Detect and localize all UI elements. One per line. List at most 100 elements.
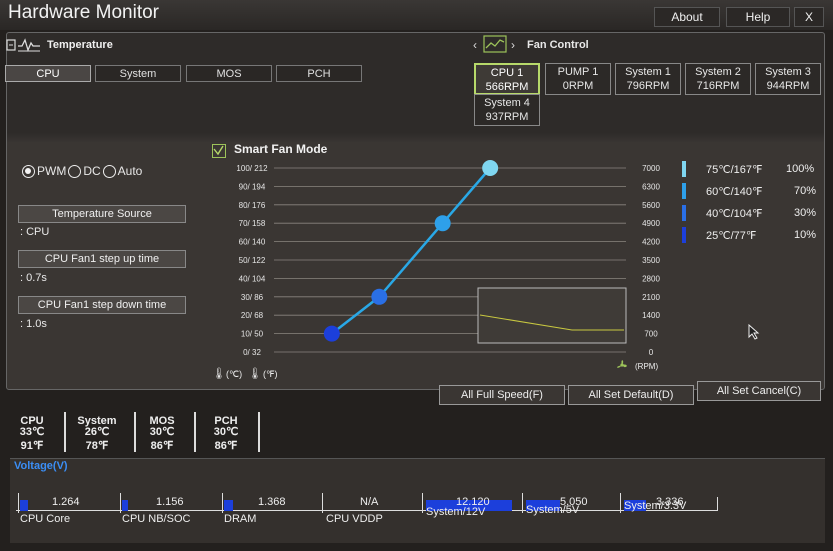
fan-graph-icon <box>483 35 507 58</box>
radio-pwm[interactable] <box>22 164 35 178</box>
y-left-tick-label: 50/ 122 <box>239 256 266 265</box>
voltage-bracket <box>422 493 423 513</box>
y-left-tick-label: 90/ 194 <box>239 182 266 191</box>
thermometer-icon: 🌡 <box>248 368 262 380</box>
y-right-tick-label: 2100 <box>642 293 660 302</box>
y-left-tick-label: 40/ 104 <box>239 274 266 283</box>
radio-label: Auto <box>117 164 143 178</box>
step-down-time-value: : 1.0s <box>20 318 47 330</box>
temp-readout-cpu: CPU 33℃ 91℉ <box>12 416 52 452</box>
mode-radio-group: PWM DC Auto <box>22 164 142 178</box>
fan-rpm: 944RPM <box>766 80 810 92</box>
y-left-tick-label: 10/ 50 <box>241 330 264 339</box>
y-left-tick-label: 30/ 86 <box>241 293 264 302</box>
temperature-title: Temperature <box>47 39 113 51</box>
radio-dc[interactable] <box>68 164 82 178</box>
legend-swatch <box>682 183 686 199</box>
help-button[interactable]: Help <box>726 7 790 27</box>
close-button[interactable]: X <box>794 7 824 27</box>
legend-percent: 100% <box>786 163 815 175</box>
temperature-source-button[interactable]: Temperature Source <box>18 205 186 223</box>
voltage-value-dram: 1.368 <box>258 496 286 508</box>
tab-system[interactable]: System <box>95 65 181 82</box>
y-left-tick-label: 80/ 176 <box>239 201 266 210</box>
voltage-title: Voltage(V) <box>14 460 68 472</box>
tab-mos[interactable]: MOS <box>186 65 272 82</box>
radio-auto[interactable] <box>102 164 116 178</box>
chevron-right-icon[interactable]: › <box>511 38 515 52</box>
voltage-value-cpu-nb-soc: 1.156 <box>156 496 184 508</box>
fan-curve-point <box>482 160 499 176</box>
tab-pch[interactable]: PCH <box>276 65 362 82</box>
realtime-rpm-inset <box>477 287 627 344</box>
all-set-cancel-button[interactable]: All Set Cancel(C) <box>697 381 821 401</box>
fan-card-system3[interactable]: System 3 944RPM <box>755 63 821 95</box>
fan-name: System 3 <box>765 66 811 78</box>
voltage-bracket <box>222 493 223 513</box>
temp-f: 91℉ <box>20 440 44 452</box>
fan-curve-point <box>371 288 388 305</box>
voltage-name-system-5v: System/5V <box>526 504 580 516</box>
temp-c: 26℃ <box>84 426 110 438</box>
smart-fan-label: Smart Fan Mode <box>234 142 328 156</box>
fan-rpm: 796RPM <box>626 80 670 92</box>
legend-temp: 25℃/77℉ <box>706 229 757 242</box>
voltage-name-cpu-core: CPU Core <box>20 513 71 525</box>
thermometer-icon: 🌡 <box>212 368 226 380</box>
voltage-bar-dram <box>224 500 233 511</box>
tab-cpu[interactable]: CPU <box>5 65 91 82</box>
fan-name: System 1 <box>625 66 671 78</box>
fan-card-system4[interactable]: System 4 937RPM <box>474 94 540 126</box>
fan-name: System 4 <box>484 97 530 109</box>
unit-fahrenheit: (℉) <box>263 369 278 379</box>
voltage-bracket <box>120 493 121 513</box>
fan-card-system2[interactable]: System 2 716RPM <box>685 63 751 95</box>
smart-fan-checkbox[interactable] <box>212 144 226 158</box>
legend-percent: 30% <box>794 207 817 219</box>
fan-rpm: 0RPM <box>562 80 594 92</box>
y-right-tick-label: 4200 <box>642 238 660 247</box>
step-up-time-value: : 0.7s <box>20 272 47 284</box>
temp-c: 30℃ <box>213 426 239 438</box>
legend-temp: 75℃/167℉ <box>706 163 763 176</box>
temp-readout-system: System 26℃ 78℉ <box>72 416 122 452</box>
fan-card-pump1[interactable]: PUMP 1 0RPM <box>545 63 611 95</box>
temp-f: 78℉ <box>85 440 109 452</box>
step-down-time-button[interactable]: CPU Fan1 step down time <box>18 296 186 314</box>
radio-label: PWM <box>37 164 67 178</box>
y-right-tick-label: 4900 <box>642 219 660 228</box>
fan-curve-chart[interactable]: 100/ 212 700090/ 194 630080/ 176 560070/ 15… <box>206 158 676 378</box>
fan-rpm: 716RPM <box>696 80 740 92</box>
legend-item: 60℃/140℉ 70% <box>682 183 816 199</box>
divider <box>64 412 66 452</box>
divider <box>194 412 196 452</box>
y-right-tick-label: 7000 <box>642 164 660 173</box>
voltage-value-cpu-core: 1.264 <box>52 496 80 508</box>
fan-name: CPU 1 <box>490 67 524 79</box>
voltage-name-cpu-vddp: CPU VDDP <box>326 513 383 525</box>
temp-readout-mos: MOS 30℃ 86℉ <box>142 416 182 452</box>
y-left-tick-label: 20/ 68 <box>241 311 264 320</box>
fan-card-system1[interactable]: System 1 796RPM <box>615 63 681 95</box>
unit-celsius: (℃) <box>226 369 243 379</box>
temp-f: 86℉ <box>150 440 174 452</box>
legend-percent: 70% <box>794 185 817 197</box>
fan-control-title: Fan Control <box>527 39 589 51</box>
app-title: Hardware Monitor <box>8 2 159 23</box>
step-up-time-button[interactable]: CPU Fan1 step up time <box>18 250 186 268</box>
all-full-speed-button[interactable]: All Full Speed(F) <box>439 385 565 405</box>
about-button[interactable]: About <box>654 7 720 27</box>
legend-temp: 40℃/104℉ <box>706 207 763 220</box>
all-set-default-button[interactable]: All Set Default(D) <box>568 385 694 405</box>
y-right-tick-label: 0 <box>649 348 654 357</box>
y-left-tick-label: 60/ 140 <box>239 238 266 247</box>
fan-card-cpu1[interactable]: CPU 1 566RPM <box>474 63 540 95</box>
fan-rpm: 566RPM <box>485 81 529 93</box>
rpm-unit-label: (RPM) <box>635 362 659 371</box>
legend-percent: 10% <box>794 229 817 241</box>
legend-temp: 60℃/140℉ <box>706 185 763 198</box>
voltage-name-system-3v3: System/3.3V <box>624 500 687 512</box>
legend-item: 25℃/77℉ 10% <box>682 227 816 243</box>
divider <box>134 412 136 452</box>
chevron-left-icon[interactable]: ‹ <box>473 38 477 52</box>
